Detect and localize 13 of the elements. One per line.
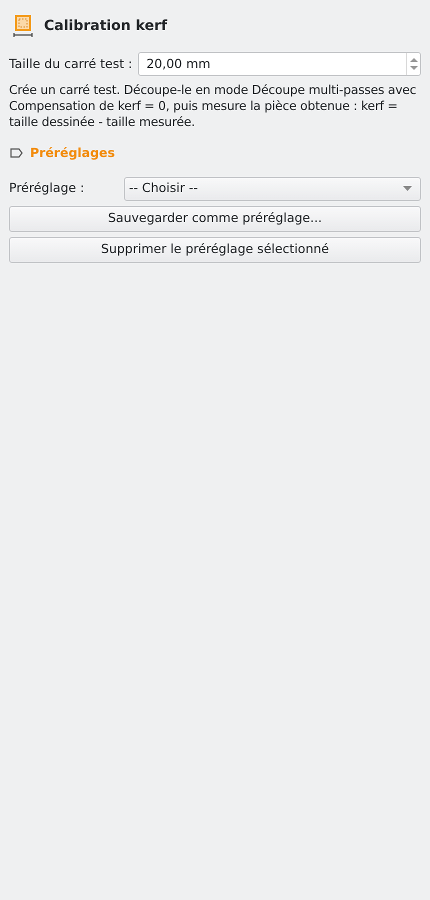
field-label: Taille du carré test : — [9, 54, 132, 73]
panel-title: Calibration kerf — [44, 16, 168, 36]
section-heading: Préréglages — [30, 144, 115, 162]
spin-arrows-icon[interactable] — [410, 56, 418, 72]
instructions-text: Crée un carré test. Découpe-le en mode Découpe multi-passes avec Compensation de kerf = 0, puis mesure la pièce obtenue : kerf = taille dessinée - taille mesurée. — [9, 82, 418, 130]
preset-label: Préréglage : — [9, 179, 86, 198]
preset-dropdown[interactable]: -- Choisir -- — [124, 176, 421, 201]
dropdown-arrow-icon — [403, 186, 412, 192]
preset-button[interactable]: Sauvegarder comme préréglage... — [9, 206, 421, 232]
square-ruler-icon — [12, 14, 34, 38]
tag-icon — [10, 148, 23, 158]
preset-button[interactable]: Supprimer le préréglage sélectionné — [9, 236, 421, 263]
size-spinbox[interactable]: 20,00 mm — [138, 52, 421, 76]
